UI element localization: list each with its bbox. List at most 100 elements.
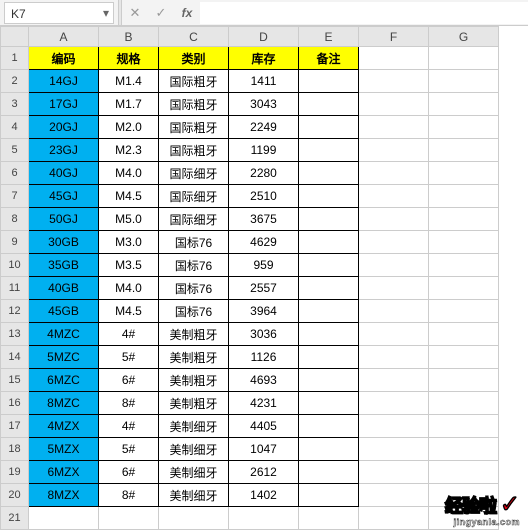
cell-B2[interactable]: M1.4	[99, 70, 159, 93]
column-header-D[interactable]: D	[229, 27, 299, 47]
cell-B19[interactable]: 6#	[99, 461, 159, 484]
cell-F4[interactable]	[359, 116, 429, 139]
column-header-G[interactable]: G	[429, 27, 499, 47]
cell-B11[interactable]: M4.0	[99, 277, 159, 300]
cell-G19[interactable]	[429, 461, 499, 484]
cell-F16[interactable]	[359, 392, 429, 415]
cell-C10[interactable]: 国标76	[159, 254, 229, 277]
cell-B10[interactable]: M3.5	[99, 254, 159, 277]
cell-F15[interactable]	[359, 369, 429, 392]
cell-D6[interactable]: 2280	[229, 162, 299, 185]
cell-D11[interactable]: 2557	[229, 277, 299, 300]
cell-B1[interactable]: 规格	[99, 47, 159, 70]
cell-F9[interactable]	[359, 231, 429, 254]
row-header-17[interactable]: 17	[1, 415, 29, 438]
cell-C6[interactable]: 国际细牙	[159, 162, 229, 185]
cell-G18[interactable]	[429, 438, 499, 461]
cell-B14[interactable]: 5#	[99, 346, 159, 369]
cell-E20[interactable]	[299, 484, 359, 507]
cell-F6[interactable]	[359, 162, 429, 185]
cell-B8[interactable]: M5.0	[99, 208, 159, 231]
row-header-21[interactable]: 21	[1, 507, 29, 530]
cell-C17[interactable]: 美制细牙	[159, 415, 229, 438]
cell-F7[interactable]	[359, 185, 429, 208]
cell-D15[interactable]: 4693	[229, 369, 299, 392]
cell-C15[interactable]: 美制粗牙	[159, 369, 229, 392]
cell-E3[interactable]	[299, 93, 359, 116]
cell-A8[interactable]: 50GJ	[29, 208, 99, 231]
cell-F10[interactable]	[359, 254, 429, 277]
cell-D13[interactable]: 3036	[229, 323, 299, 346]
row-header-18[interactable]: 18	[1, 438, 29, 461]
cell-D10[interactable]: 959	[229, 254, 299, 277]
cell-D4[interactable]: 2249	[229, 116, 299, 139]
name-box[interactable]: K7 ▾	[4, 2, 114, 24]
cell-G3[interactable]	[429, 93, 499, 116]
cancel-icon[interactable]: ✕	[122, 2, 148, 24]
cell-D21[interactable]	[229, 507, 299, 530]
cell-C7[interactable]: 国际细牙	[159, 185, 229, 208]
cell-A21[interactable]	[29, 507, 99, 530]
cell-A4[interactable]: 20GJ	[29, 116, 99, 139]
cell-G2[interactable]	[429, 70, 499, 93]
cell-E10[interactable]	[299, 254, 359, 277]
cell-C21[interactable]	[159, 507, 229, 530]
cell-E2[interactable]	[299, 70, 359, 93]
cell-G8[interactable]	[429, 208, 499, 231]
cell-F1[interactable]	[359, 47, 429, 70]
row-header-6[interactable]: 6	[1, 162, 29, 185]
cell-A9[interactable]: 30GB	[29, 231, 99, 254]
cell-B9[interactable]: M3.0	[99, 231, 159, 254]
cell-E16[interactable]	[299, 392, 359, 415]
cell-F12[interactable]	[359, 300, 429, 323]
cell-G14[interactable]	[429, 346, 499, 369]
row-header-10[interactable]: 10	[1, 254, 29, 277]
cell-G7[interactable]	[429, 185, 499, 208]
cell-F19[interactable]	[359, 461, 429, 484]
cell-F3[interactable]	[359, 93, 429, 116]
cell-A19[interactable]: 6MZX	[29, 461, 99, 484]
cell-B5[interactable]: M2.3	[99, 139, 159, 162]
cell-D16[interactable]: 4231	[229, 392, 299, 415]
cell-D5[interactable]: 1199	[229, 139, 299, 162]
cell-E14[interactable]	[299, 346, 359, 369]
cell-F8[interactable]	[359, 208, 429, 231]
cell-A17[interactable]: 4MZX	[29, 415, 99, 438]
cell-G12[interactable]	[429, 300, 499, 323]
cell-G13[interactable]	[429, 323, 499, 346]
cell-A11[interactable]: 40GB	[29, 277, 99, 300]
cell-C3[interactable]: 国际粗牙	[159, 93, 229, 116]
cell-C14[interactable]: 美制粗牙	[159, 346, 229, 369]
cell-C20[interactable]: 美制细牙	[159, 484, 229, 507]
cell-A20[interactable]: 8MZX	[29, 484, 99, 507]
cell-G11[interactable]	[429, 277, 499, 300]
cell-C12[interactable]: 国标76	[159, 300, 229, 323]
row-header-8[interactable]: 8	[1, 208, 29, 231]
cell-E19[interactable]	[299, 461, 359, 484]
cell-A7[interactable]: 45GJ	[29, 185, 99, 208]
cell-E6[interactable]	[299, 162, 359, 185]
cell-G4[interactable]	[429, 116, 499, 139]
cell-C5[interactable]: 国际粗牙	[159, 139, 229, 162]
cell-F20[interactable]	[359, 484, 429, 507]
row-header-15[interactable]: 15	[1, 369, 29, 392]
cell-F13[interactable]	[359, 323, 429, 346]
cell-G5[interactable]	[429, 139, 499, 162]
cell-D12[interactable]: 3964	[229, 300, 299, 323]
cell-E11[interactable]	[299, 277, 359, 300]
cell-E18[interactable]	[299, 438, 359, 461]
cell-G9[interactable]	[429, 231, 499, 254]
cell-G17[interactable]	[429, 415, 499, 438]
cell-A16[interactable]: 8MZC	[29, 392, 99, 415]
cell-B13[interactable]: 4#	[99, 323, 159, 346]
cell-E5[interactable]	[299, 139, 359, 162]
cell-C4[interactable]: 国际粗牙	[159, 116, 229, 139]
cell-A2[interactable]: 14GJ	[29, 70, 99, 93]
cell-E1[interactable]: 备注	[299, 47, 359, 70]
cell-A15[interactable]: 6MZC	[29, 369, 99, 392]
cell-C1[interactable]: 类别	[159, 47, 229, 70]
select-all-corner[interactable]	[1, 27, 29, 47]
cell-A6[interactable]: 40GJ	[29, 162, 99, 185]
cell-D20[interactable]: 1402	[229, 484, 299, 507]
cell-D17[interactable]: 4405	[229, 415, 299, 438]
